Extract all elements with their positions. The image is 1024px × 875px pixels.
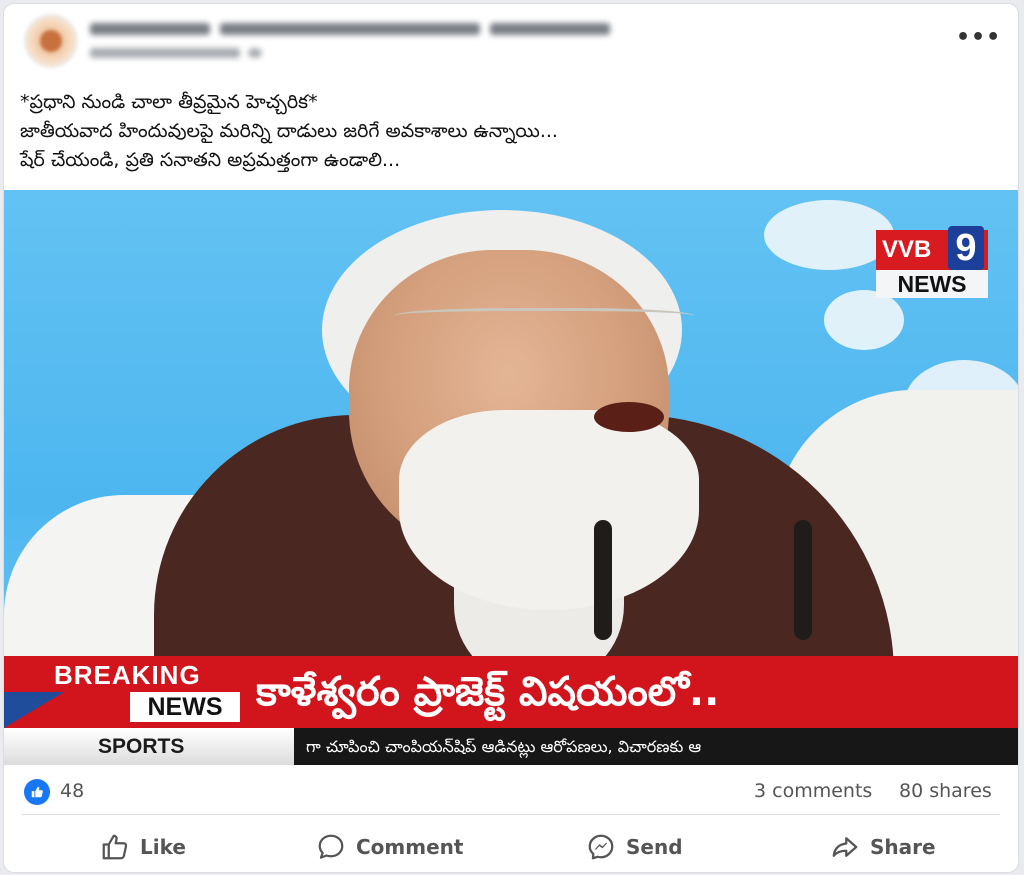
- post-text: *ప్రధాని నుండి చాలా తీవ్రమైన హెచ్చరిక* జ…: [20, 91, 558, 171]
- channel-logo: VVB 9 NEWS: [876, 226, 988, 298]
- send-label: Send: [626, 835, 683, 859]
- microphone: [594, 520, 612, 640]
- sports-ticker-bar: SPORTS గా చూపించి చాంపియన్‌షిప్ ఆడినట్లు…: [4, 728, 1018, 765]
- ticker-text: గా చూపించి చాంపియన్‌షిప్ ఆడినట్లు ఆరోపణల…: [294, 728, 1018, 765]
- breaking-text: BREAKING: [54, 660, 201, 690]
- banner-headline: కాళేశ్వరం ప్రాజెక్ట్ విషయంలో..: [256, 669, 720, 715]
- post-header: •••: [4, 4, 1018, 84]
- divider: [22, 814, 1000, 815]
- send-button[interactable]: Send: [586, 822, 683, 872]
- comment-button[interactable]: Comment: [316, 822, 463, 872]
- author-avatar[interactable]: [24, 14, 78, 68]
- banner-accent: [4, 692, 64, 728]
- share-label: Share: [870, 835, 936, 859]
- breaking-news-banner: BREAKING NEWS కాళేశ్వరం ప్రాజెక్ట్ విషయం…: [4, 656, 1018, 728]
- reactions-count[interactable]: 48: [60, 780, 84, 802]
- shares-count[interactable]: 80 shares: [899, 780, 992, 802]
- comments-count[interactable]: 3 comments: [754, 780, 872, 802]
- like-button[interactable]: Like: [100, 822, 186, 872]
- action-bar: Like Comment Send Share: [4, 822, 1018, 872]
- share-button[interactable]: Share: [830, 822, 936, 872]
- speaker-glasses: [394, 308, 694, 327]
- thumbs-up-icon: [102, 834, 128, 860]
- more-options-button[interactable]: •••: [956, 26, 1000, 50]
- sports-label: SPORTS: [4, 728, 294, 765]
- logo-text-bottom: NEWS: [876, 270, 988, 298]
- messenger-icon: [588, 834, 614, 860]
- speaker-beard: [399, 410, 699, 610]
- background-shape: [824, 290, 904, 350]
- like-reaction-icon[interactable]: [24, 779, 50, 805]
- background-shape: [764, 200, 894, 270]
- speaker-mouth: [594, 402, 664, 432]
- like-label: Like: [140, 835, 186, 859]
- author-name-blurred[interactable]: [90, 18, 690, 40]
- video-player[interactable]: VVB 9 NEWS BREAKING NEWS కాళేశ్వరం ప్రాజ…: [4, 190, 1018, 765]
- comment-label: Comment: [356, 835, 464, 859]
- breaking-news-label: BREAKING NEWS: [4, 656, 274, 728]
- engagement-stats: 48 3 comments 80 shares: [4, 774, 1018, 814]
- post-timestamp-blurred[interactable]: [90, 46, 310, 60]
- post-card: ••• *ప్రధాని నుండి చాలా తీవ్రమైన హెచ్చరి…: [4, 4, 1018, 872]
- news-text: NEWS: [130, 692, 240, 722]
- microphone: [794, 520, 812, 640]
- comment-bubble-icon: [318, 834, 344, 859]
- logo-number: 9: [948, 226, 984, 270]
- share-arrow-icon: [832, 837, 858, 857]
